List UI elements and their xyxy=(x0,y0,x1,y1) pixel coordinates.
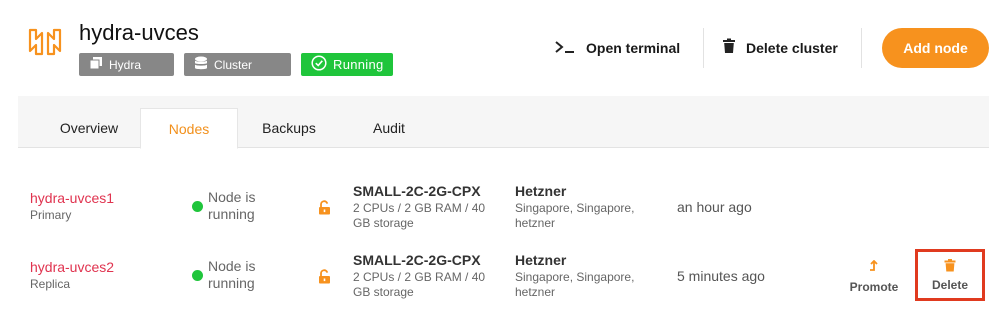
open-terminal-button[interactable]: Open terminal xyxy=(554,40,680,57)
status-badge-label: Running xyxy=(333,57,384,72)
node-role: Replica xyxy=(30,277,71,291)
copy-icon xyxy=(89,56,103,73)
tab-nodes[interactable]: Nodes xyxy=(140,108,238,149)
unlocked-lock-icon xyxy=(318,269,331,284)
type-badge: Cluster xyxy=(184,53,291,76)
delete-cluster-label: Delete cluster xyxy=(746,39,838,56)
provider-name: Hetzner xyxy=(515,183,567,199)
provider-location: Singapore, Singapore, hetzner xyxy=(515,270,635,299)
divider xyxy=(861,28,862,68)
promote-label: Promote xyxy=(849,280,899,294)
status-badge: Running xyxy=(301,53,393,76)
open-terminal-label: Open terminal xyxy=(586,40,681,56)
add-node-button[interactable]: Add node xyxy=(882,28,989,68)
status-dot-icon xyxy=(192,270,203,281)
plan-name: SMALL-2C-2G-CPX xyxy=(353,183,481,199)
engine-badge: Hydra xyxy=(79,53,174,76)
node-name-link[interactable]: hydra-uvces2 xyxy=(30,259,114,275)
delete-node-button[interactable]: Delete xyxy=(915,249,985,301)
engine-badge-label: Hydra xyxy=(109,57,142,72)
created-time: an hour ago xyxy=(677,199,752,215)
check-circle-icon xyxy=(311,55,327,74)
tab-audit[interactable]: Audit xyxy=(354,108,424,148)
table-row: hydra-uvces1 Primary Node is running SMA… xyxy=(0,178,1006,240)
plan-specs: 2 CPUs / 2 GB RAM / 40 GB storage xyxy=(353,201,486,230)
node-name-link[interactable]: hydra-uvces1 xyxy=(30,190,114,206)
plan-name: SMALL-2C-2G-CPX xyxy=(353,252,481,268)
hydra-logo-icon xyxy=(28,27,62,57)
created-time: 5 minutes ago xyxy=(677,268,765,284)
status-dot-icon xyxy=(192,201,203,212)
cluster-title: hydra-uvces xyxy=(79,20,199,45)
database-icon xyxy=(194,56,208,74)
node-status: Node is running xyxy=(208,258,256,291)
node-status: Node is running xyxy=(208,189,256,222)
table-row: hydra-uvces2 Replica Node is running SMA… xyxy=(0,247,1006,309)
tab-overview[interactable]: Overview xyxy=(38,108,140,148)
provider-name: Hetzner xyxy=(515,252,567,268)
arrow-up-icon xyxy=(869,259,879,277)
trash-icon xyxy=(944,258,956,275)
type-badge-label: Cluster xyxy=(214,57,253,72)
tab-bar: Overview Nodes Backups Audit xyxy=(18,96,989,149)
node-role: Primary xyxy=(30,208,72,222)
trash-icon xyxy=(722,38,736,57)
plan-specs: 2 CPUs / 2 GB RAM / 40 GB storage xyxy=(353,270,486,299)
delete-cluster-button[interactable]: Delete cluster xyxy=(722,38,838,57)
terminal-icon xyxy=(554,40,576,57)
tab-backups[interactable]: Backups xyxy=(244,108,334,148)
delete-node-label: Delete xyxy=(931,277,969,292)
cluster-badges: Hydra Cluster Running xyxy=(79,53,393,76)
provider-location: Singapore, Singapore, hetzner xyxy=(515,201,635,230)
unlocked-lock-icon xyxy=(318,200,331,215)
divider xyxy=(703,28,704,68)
promote-button[interactable]: Promote xyxy=(846,259,902,294)
